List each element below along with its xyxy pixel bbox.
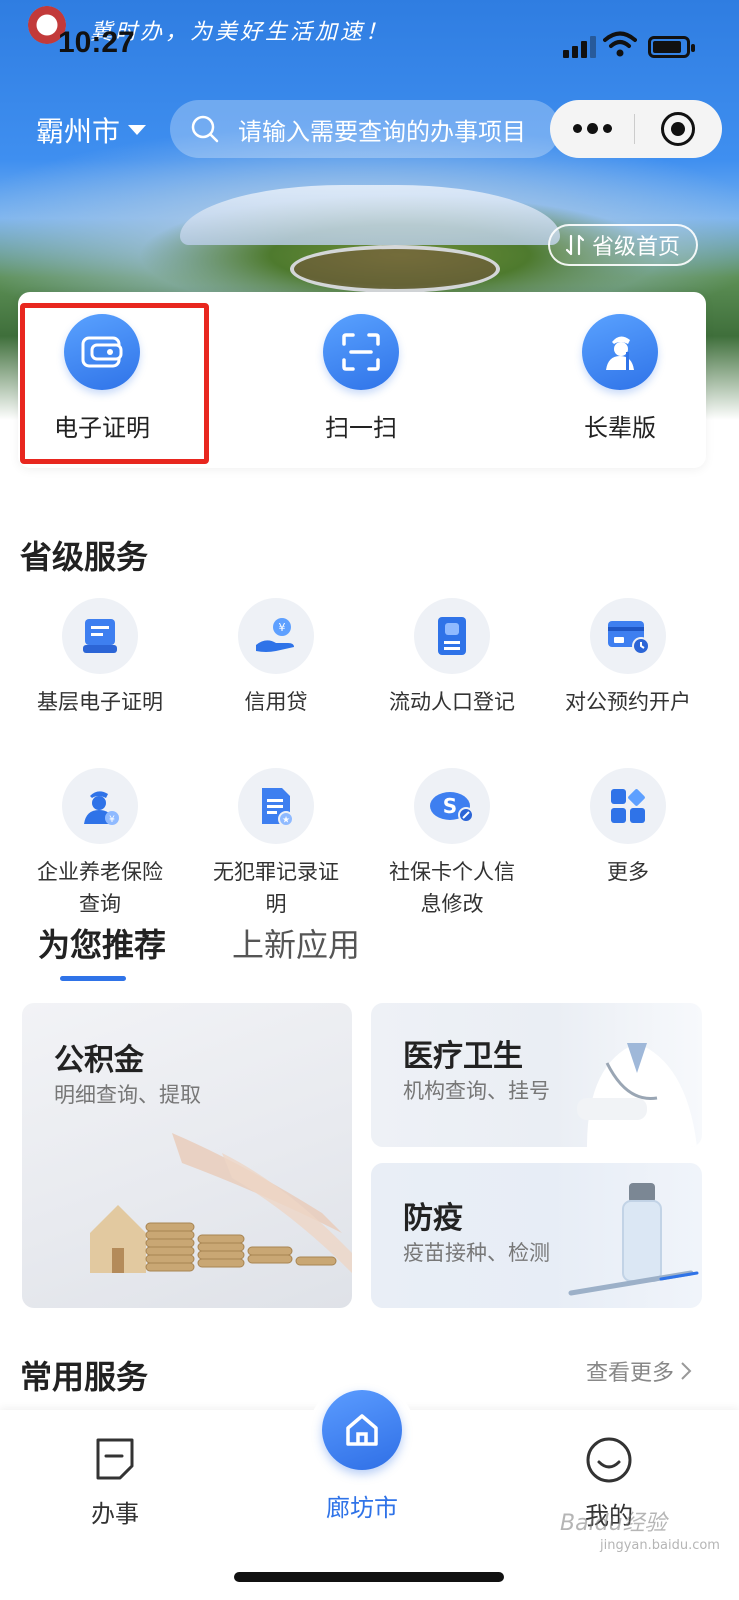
hero-building-image bbox=[180, 185, 560, 245]
service-social-security-card-info[interactable]: S 社保卡个人信 息修改 bbox=[364, 768, 540, 920]
more-apps-icon bbox=[590, 768, 666, 844]
home-icon bbox=[346, 1414, 378, 1446]
service-corporate-account-booking[interactable]: 对公预约开户 bbox=[540, 598, 716, 718]
tab-label: 办事 bbox=[91, 1500, 139, 1528]
dot-icon bbox=[602, 124, 612, 133]
card-subtitle: 机构查询、挂号 bbox=[403, 1079, 550, 1103]
svg-text:¥: ¥ bbox=[279, 621, 286, 634]
status-time: 10:27 bbox=[58, 26, 135, 59]
recommend-card-medical-health[interactable]: 医疗卫生 机构查询、挂号 bbox=[371, 1003, 702, 1147]
search-placeholder: 请输入需要查询的办事项目 bbox=[238, 117, 526, 146]
service-credit-loan[interactable]: ¥ 信用贷 bbox=[188, 598, 364, 718]
service-enterprise-pension-query[interactable]: ¥ 企业养老保险 查询 bbox=[12, 768, 188, 920]
card-title: 医疗卫生 bbox=[403, 1039, 523, 1074]
tab-new-apps[interactable]: 上新应用 bbox=[232, 920, 360, 966]
card-subtitle: 明细查询、提取 bbox=[54, 1083, 201, 1107]
chevron-right-icon bbox=[681, 1362, 692, 1380]
province-home-button[interactable]: 省级首页 bbox=[548, 224, 698, 266]
more-options-button[interactable] bbox=[550, 123, 634, 134]
hero-plaza-image bbox=[290, 245, 500, 293]
service-floating-population-registration[interactable]: 流动人口登记 bbox=[364, 598, 540, 718]
search-bar[interactable]: 请输入需要查询的办事项目 bbox=[170, 100, 560, 158]
provincial-services-title: 省级服务 bbox=[20, 538, 149, 576]
caret-down-icon bbox=[128, 125, 147, 135]
wifi-icon bbox=[603, 31, 637, 57]
tab-label: 廊坊市 bbox=[326, 1494, 398, 1522]
account-card-icon bbox=[590, 598, 666, 674]
close-miniprogram-button[interactable] bbox=[635, 112, 721, 146]
watermark-text: Baidu经验 bbox=[560, 1511, 667, 1536]
elder-mode-icon bbox=[582, 314, 658, 390]
house-coins-illustration bbox=[90, 1133, 352, 1273]
credit-loan-icon: ¥ bbox=[238, 598, 314, 674]
cellular-signal-icon bbox=[563, 36, 597, 58]
card-title: 公积金 bbox=[54, 1043, 144, 1078]
battery-icon bbox=[648, 36, 695, 58]
dot-icon bbox=[586, 123, 598, 134]
province-home-label: 省级首页 bbox=[591, 235, 680, 260]
document-icon bbox=[96, 1438, 134, 1480]
swap-icon bbox=[565, 234, 584, 256]
service-label: 信用贷 bbox=[244, 690, 308, 714]
service-label: 对公预约开户 bbox=[565, 690, 691, 714]
quick-action-label: 长辈版 bbox=[584, 414, 656, 442]
target-close-icon bbox=[661, 112, 695, 146]
recommend-card-epidemic-prevention[interactable]: 防疫 疫苗接种、检测 bbox=[371, 1163, 702, 1308]
search-icon bbox=[191, 115, 219, 143]
doctor-illustration bbox=[577, 1043, 697, 1147]
service-label: 基层电子证明 bbox=[37, 690, 163, 714]
city-name: 霸州市 bbox=[36, 115, 121, 148]
quick-action-elder-mode[interactable]: 长辈版 bbox=[530, 314, 710, 443]
record-document-icon: ★ bbox=[238, 768, 314, 844]
vaccine-illustration bbox=[568, 1183, 699, 1296]
service-label: 无犯罪记录证明 bbox=[213, 860, 339, 916]
active-tab-indicator bbox=[60, 976, 126, 981]
registration-book-icon bbox=[414, 598, 490, 674]
service-label: 企业养老保险 查询 bbox=[37, 860, 163, 916]
service-label: 社保卡个人信 息修改 bbox=[389, 860, 515, 916]
svg-text:S: S bbox=[443, 794, 457, 818]
quick-action-scan[interactable]: 扫一扫 bbox=[271, 314, 451, 443]
scan-icon bbox=[323, 314, 399, 390]
watermark-url: jingyan.baidu.com bbox=[600, 1538, 720, 1553]
recommend-card-housing-fund[interactable]: 公积金 明细查询、提取 bbox=[22, 1003, 352, 1308]
social-security-icon: S bbox=[414, 768, 490, 844]
certificate-icon bbox=[62, 598, 138, 674]
home-tab-button[interactable] bbox=[322, 1390, 402, 1470]
tab-recommended[interactable]: 为您推荐 bbox=[38, 920, 166, 966]
app-slogan: 冀时办，为美好生活加速！ bbox=[90, 20, 391, 45]
annotation-highlight-box bbox=[20, 303, 209, 464]
service-grassroots-e-certificate[interactable]: 基层电子证明 bbox=[12, 598, 188, 718]
pension-icon: ¥ bbox=[62, 768, 138, 844]
home-indicator[interactable] bbox=[234, 1572, 504, 1582]
service-label: 流动人口登记 bbox=[389, 690, 515, 714]
service-label: 更多 bbox=[607, 860, 649, 884]
city-selector[interactable]: 霸州市 bbox=[36, 110, 147, 150]
service-more[interactable]: 更多 bbox=[540, 768, 716, 888]
common-services-title: 常用服务 bbox=[20, 1358, 149, 1396]
svg-text:★: ★ bbox=[282, 816, 290, 826]
quick-action-label: 扫一扫 bbox=[325, 414, 397, 442]
svg-text:¥: ¥ bbox=[109, 815, 115, 825]
tab-affairs[interactable]: 办事 bbox=[45, 1436, 185, 1529]
status-bar: 冀时办，为美好生活加速！ 10:27 bbox=[0, 0, 739, 80]
view-more-link[interactable]: 查看更多 bbox=[586, 1355, 692, 1387]
card-title: 防疫 bbox=[403, 1201, 463, 1236]
service-no-criminal-record-certificate[interactable]: ★ 无犯罪记录证明 bbox=[188, 768, 364, 920]
miniprogram-capsule bbox=[550, 100, 722, 158]
card-subtitle: 疫苗接种、检测 bbox=[403, 1241, 550, 1265]
view-more-label: 查看更多 bbox=[586, 1361, 675, 1386]
smile-icon bbox=[586, 1437, 632, 1483]
dot-icon bbox=[572, 124, 582, 133]
